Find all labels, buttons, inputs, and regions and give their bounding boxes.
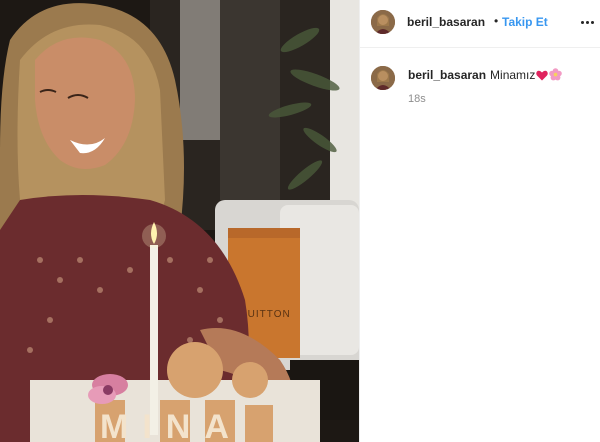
caption-text: Minamız bbox=[490, 68, 536, 82]
pink-flower-emoji bbox=[549, 68, 563, 84]
header-username[interactable]: beril_basaran bbox=[407, 15, 485, 29]
post-photo[interactable]: VUITTON MINA bbox=[0, 0, 359, 442]
avatar[interactable] bbox=[371, 10, 395, 34]
more-horizontal-icon[interactable] bbox=[577, 12, 597, 32]
follow-button[interactable]: Takip Et bbox=[502, 15, 548, 29]
post-time[interactable]: 18s bbox=[408, 93, 426, 105]
bag-text: VUITTON bbox=[240, 309, 291, 320]
separator-dot: • bbox=[494, 14, 499, 28]
caption: beril_basaran Minamız bbox=[408, 68, 563, 84]
red-heart-emoji bbox=[536, 70, 549, 84]
post-header: beril_basaran • Takip Et bbox=[360, 0, 600, 48]
caption-username[interactable]: beril_basaran bbox=[408, 68, 486, 82]
post-sidebar: beril_basaran • Takip Et beril_basaran Mi… bbox=[359, 0, 600, 442]
comment-avatar[interactable] bbox=[371, 66, 395, 90]
cake-text: MINA bbox=[100, 408, 243, 442]
